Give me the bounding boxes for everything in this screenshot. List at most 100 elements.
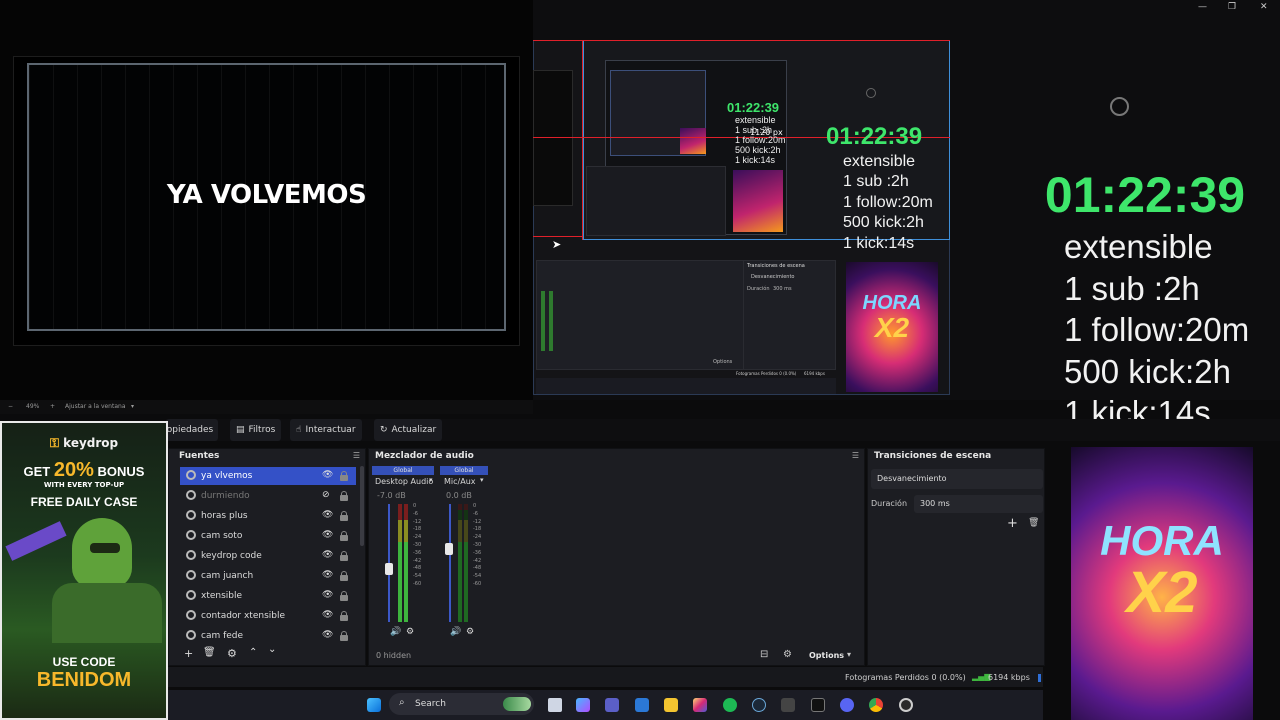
chevron-down-icon[interactable]: ▾ [480,476,484,484]
teams-icon[interactable] [605,698,619,712]
speaker-icon[interactable]: 🔊 [390,627,401,637]
source-item[interactable]: xtensible 👁 [180,587,356,605]
app-icon[interactable] [781,698,795,712]
eye-icon[interactable]: 👁 [322,510,333,520]
dock-menu-icon[interactable]: ☰ [353,451,360,460]
properties-button[interactable]: Propiedades [158,419,218,441]
sources-scrollbar[interactable] [360,466,364,546]
source-label: keydrop code [201,551,262,561]
eye-icon[interactable]: 👁 [322,470,333,480]
desktop-audio-fader[interactable] [385,562,393,575]
chevron-down-icon[interactable]: ▾ [429,476,433,484]
eye-icon[interactable]: 👁 [322,590,333,600]
transition-select[interactable]: Desvanecimiento [871,469,1043,489]
lock-icon[interactable] [340,591,348,601]
obs-icon[interactable] [899,698,913,712]
eye-slash-icon[interactable]: ⊘ [322,490,330,500]
trash-icon[interactable]: 🗑 [1028,518,1039,528]
add-icon[interactable]: + [1007,516,1018,531]
source-item[interactable]: cam soto 👁 [180,527,356,545]
lock-icon[interactable] [340,471,348,481]
lock-icon[interactable] [340,531,348,541]
instagram-icon[interactable] [693,698,707,712]
add-icon[interactable]: + [184,647,193,660]
zoom-level: 49% [26,403,40,410]
mic-aux-label[interactable]: Mic/Aux [444,477,476,486]
advanced-audio-icon[interactable]: ⚙ [783,649,792,660]
refresh-button[interactable]: ↻ Actualizar [374,419,443,441]
chevron-down-icon[interactable]: ⌄ [268,644,276,655]
eye-icon[interactable]: 👁 [322,570,333,580]
source-item[interactable]: cam fede 👁 [180,627,356,645]
speaker-icon[interactable]: 🔊 [450,627,461,637]
copilot-icon[interactable] [576,698,590,712]
windows-start-icon[interactable] [367,698,381,712]
source-item[interactable]: keydrop code 👁 [180,547,356,565]
duration-input[interactable]: 300 ms [914,495,1043,513]
info-large-line: 1 sub :2h [1064,269,1200,307]
store-icon[interactable] [635,698,649,712]
mini-taskbar [536,378,836,394]
task-view-icon[interactable] [548,698,562,712]
steam-icon[interactable] [752,698,766,712]
source-label: xtensible [201,591,243,601]
chrome-icon[interactable] [869,698,883,712]
info-small-line: 1 follow:20m [735,135,786,145]
lock-icon[interactable] [340,571,348,581]
plus-icon[interactable]: + [50,403,55,410]
minimize-icon[interactable]: — [1198,2,1207,12]
interact-label: Interactuar [305,425,356,435]
lock-icon[interactable] [340,491,348,501]
folder-icon[interactable] [664,698,678,712]
chevron-down-icon[interactable]: ▾ [847,650,851,659]
search-label: Search [415,699,446,709]
dock-menu-icon[interactable]: ☰ [852,451,859,460]
eye-icon[interactable]: 👁 [322,530,333,540]
spotify-icon[interactable] [723,698,737,712]
eye-icon[interactable]: 👁 [322,610,333,620]
desktop-audio-label[interactable]: Desktop Audio [375,477,433,486]
info-medium: extensible 1 sub :2h 1 follow:20m 500 ki… [843,152,933,254]
db-tick: -48 [413,565,422,572]
eye-icon[interactable]: 👁 [322,550,333,560]
source-item[interactable]: durmiendo ⊘ [180,487,356,505]
mini-duration-label: Duración [747,286,770,292]
interact-button[interactable]: ☝ Interactuar [290,419,362,441]
layout-icon[interactable]: ⊟ [760,649,768,660]
mic-aux-fader-track[interactable] [449,504,451,622]
eye-icon[interactable]: 👁 [322,630,333,640]
capcut-icon[interactable] [811,698,825,712]
gear-icon[interactable]: ⚙ [227,647,237,660]
maximize-icon[interactable]: ❐ [1228,2,1236,12]
keydrop-ad: ⚿ keydrop GET 20% BONUS WITH EVERY TOP-U… [0,421,168,720]
gear-icon[interactable]: ⚙ [406,627,414,637]
volume-meter [404,504,408,622]
source-item[interactable]: cam juanch 👁 [180,567,356,585]
gear-icon[interactable]: ⚙ [466,627,474,637]
source-item[interactable]: horas plus 👁 [180,507,356,525]
fit-window-select[interactable]: Ajustar a la ventana [65,403,126,410]
db-tick: -42 [413,557,422,564]
lock-icon[interactable] [340,551,348,561]
lock-icon[interactable] [340,631,348,641]
chevron-up-icon[interactable]: ⌃ [249,647,257,658]
minus-icon[interactable]: − [8,403,13,410]
info-small-line: 1 kick:14s [735,155,776,165]
source-type-icon [186,630,196,640]
source-item[interactable]: contador xtensible 👁 [180,607,356,625]
close-icon[interactable]: ✕ [1260,2,1268,12]
source-item[interactable]: ya vlvemos 👁 [180,467,356,485]
discord-icon[interactable] [840,698,854,712]
search-box[interactable]: ⌕ Search [389,693,534,715]
lock-icon[interactable] [340,511,348,521]
mini-preview [533,70,573,206]
chevron-down-icon[interactable]: ▾ [131,403,134,410]
options-button[interactable]: Options [809,651,844,660]
cursor-icon: ➤ [552,238,562,251]
filters-button[interactable]: ▤ Filtros [230,419,282,441]
trash-icon[interactable]: 🗑 [203,647,216,658]
timer-large: 01:22:39 [1044,167,1246,223]
hidden-count: 0 hidden [376,651,412,660]
mic-aux-fader[interactable] [445,542,453,555]
lock-icon[interactable] [340,611,348,621]
